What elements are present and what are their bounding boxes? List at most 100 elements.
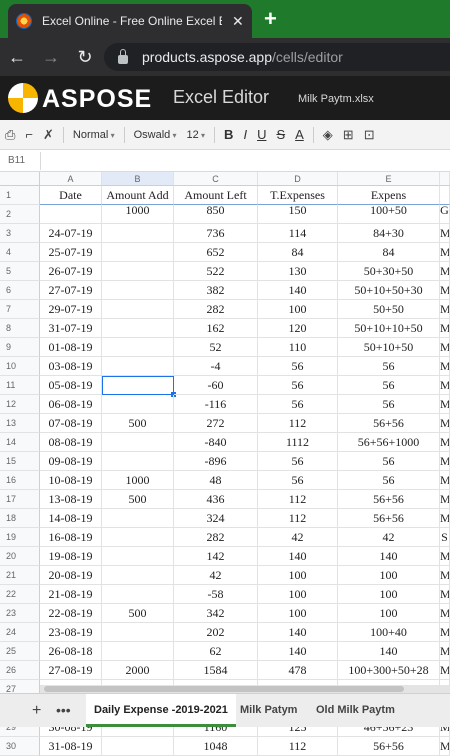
- cell-date[interactable]: 29-07-19: [40, 300, 102, 319]
- column-header-b[interactable]: B: [102, 172, 174, 186]
- cell-amount-add[interactable]: [102, 300, 174, 319]
- row-number[interactable]: 30: [0, 737, 40, 756]
- strikethrough-button[interactable]: S: [271, 127, 290, 142]
- cell-f[interactable]: M: [440, 547, 450, 566]
- column-header-c[interactable]: C: [174, 172, 258, 186]
- cell-t-expenses[interactable]: 114: [258, 224, 338, 243]
- cell-expens[interactable]: 56: [338, 395, 440, 414]
- header-cell-t-expenses[interactable]: T.Expenses: [258, 186, 338, 205]
- cell-date[interactable]: 01-08-19: [40, 338, 102, 357]
- row-number[interactable]: 3: [0, 224, 40, 243]
- column-header-e[interactable]: E: [338, 172, 440, 186]
- cell-f[interactable]: M: [440, 376, 450, 395]
- cell-expens[interactable]: 56+56: [338, 414, 440, 433]
- row-number[interactable]: 19: [0, 528, 40, 547]
- header-cell-amount-left[interactable]: Amount Left: [174, 186, 258, 205]
- cell-t-expenses[interactable]: 140: [258, 547, 338, 566]
- cell-f[interactable]: M: [440, 661, 450, 680]
- row-number[interactable]: 11: [0, 376, 40, 395]
- cell-expens[interactable]: 84+30: [338, 224, 440, 243]
- row-number[interactable]: 17: [0, 490, 40, 509]
- cell-date[interactable]: 07-08-19: [40, 414, 102, 433]
- cell-expens[interactable]: 100: [338, 604, 440, 623]
- cell-t-expenses[interactable]: 100: [258, 585, 338, 604]
- cell-expens[interactable]: 100+40: [338, 623, 440, 642]
- more-sheets-icon[interactable]: •••: [56, 702, 71, 718]
- row-number[interactable]: 21: [0, 566, 40, 585]
- cell-amount-left[interactable]: 62: [174, 642, 258, 661]
- cell-t-expenses[interactable]: 56: [258, 395, 338, 414]
- cell-f[interactable]: M: [440, 737, 450, 756]
- cell-amount-left[interactable]: 52: [174, 338, 258, 357]
- merge-icon[interactable]: ⊡: [359, 127, 380, 143]
- cell-date[interactable]: 31-07-19: [40, 319, 102, 338]
- cell-amount-add[interactable]: 2000: [102, 661, 174, 680]
- row-number[interactable]: 1: [0, 186, 40, 205]
- row-number[interactable]: 22: [0, 585, 40, 604]
- cell-f[interactable]: M: [440, 262, 450, 281]
- cell-amount-add[interactable]: [102, 623, 174, 642]
- cell-f[interactable]: M: [440, 471, 450, 490]
- cell-date[interactable]: 26-08-18: [40, 642, 102, 661]
- cell-f[interactable]: M: [440, 604, 450, 623]
- cell-t-expenses[interactable]: 100: [258, 566, 338, 585]
- cell-amount-left[interactable]: 272: [174, 414, 258, 433]
- cell-amount-left[interactable]: 436: [174, 490, 258, 509]
- cell-f[interactable]: M: [440, 490, 450, 509]
- row-number[interactable]: 12: [0, 395, 40, 414]
- cell-amount-left[interactable]: 382: [174, 281, 258, 300]
- cell-amount-add[interactable]: 500: [102, 604, 174, 623]
- font-color-button[interactable]: A: [290, 127, 309, 142]
- cell-expens[interactable]: 100+300+50+28: [338, 661, 440, 680]
- cell-amount-left[interactable]: 324: [174, 509, 258, 528]
- cell-t-expenses[interactable]: 100: [258, 300, 338, 319]
- row-number[interactable]: 20: [0, 547, 40, 566]
- row-number[interactable]: 24: [0, 623, 40, 642]
- column-header-f[interactable]: [440, 172, 450, 186]
- cell-amount-add[interactable]: [102, 509, 174, 528]
- cell-t-expenses[interactable]: 1112: [258, 433, 338, 452]
- aspose-logo-text[interactable]: ASPOSE: [42, 85, 152, 114]
- cell-f[interactable]: M: [440, 319, 450, 338]
- cell-expens[interactable]: 100+50: [338, 205, 440, 224]
- cell-amount-left[interactable]: -58: [174, 585, 258, 604]
- select-all-corner[interactable]: [0, 172, 40, 186]
- row-number[interactable]: 25: [0, 642, 40, 661]
- cell-t-expenses[interactable]: 140: [258, 642, 338, 661]
- cell-f[interactable]: M: [440, 642, 450, 661]
- cell-date[interactable]: 16-08-19: [40, 528, 102, 547]
- cell-expens[interactable]: 56: [338, 452, 440, 471]
- cell-amount-add[interactable]: 1000: [102, 205, 174, 224]
- cell-expens[interactable]: 84: [338, 243, 440, 262]
- cell-f[interactable]: M: [440, 281, 450, 300]
- cell-date[interactable]: 09-08-19: [40, 452, 102, 471]
- cell-t-expenses[interactable]: 478: [258, 661, 338, 680]
- add-sheet-button[interactable]: +: [32, 702, 41, 720]
- cell-f[interactable]: M: [440, 357, 450, 376]
- cell-f[interactable]: M: [440, 414, 450, 433]
- cell-expens[interactable]: 56+56+1000: [338, 433, 440, 452]
- cell-date[interactable]: 27-07-19: [40, 281, 102, 300]
- cell-date[interactable]: [40, 205, 102, 224]
- cell-amount-left[interactable]: 202: [174, 623, 258, 642]
- cell-amount-left[interactable]: -896: [174, 452, 258, 471]
- cell-expens[interactable]: 50+50: [338, 300, 440, 319]
- cell-f[interactable]: M: [440, 509, 450, 528]
- cell-t-expenses[interactable]: 112: [258, 414, 338, 433]
- cell-amount-add[interactable]: 500: [102, 490, 174, 509]
- cell-expens[interactable]: 140: [338, 547, 440, 566]
- cell-date[interactable]: 26-07-19: [40, 262, 102, 281]
- cell-expens[interactable]: 50+30+50: [338, 262, 440, 281]
- cell-t-expenses[interactable]: 112: [258, 490, 338, 509]
- row-number[interactable]: 26: [0, 661, 40, 680]
- cell-expens[interactable]: 56: [338, 471, 440, 490]
- cell-f[interactable]: M: [440, 338, 450, 357]
- row-number[interactable]: 5: [0, 262, 40, 281]
- cell-amount-add[interactable]: 500: [102, 414, 174, 433]
- cell-amount-add[interactable]: [102, 433, 174, 452]
- cell-t-expenses[interactable]: 140: [258, 281, 338, 300]
- cell-f[interactable]: M: [440, 300, 450, 319]
- address-bar[interactable]: products.aspose.app/cells/editor: [104, 43, 450, 71]
- cell-t-expenses[interactable]: 100: [258, 604, 338, 623]
- cell-amount-add[interactable]: 1000: [102, 471, 174, 490]
